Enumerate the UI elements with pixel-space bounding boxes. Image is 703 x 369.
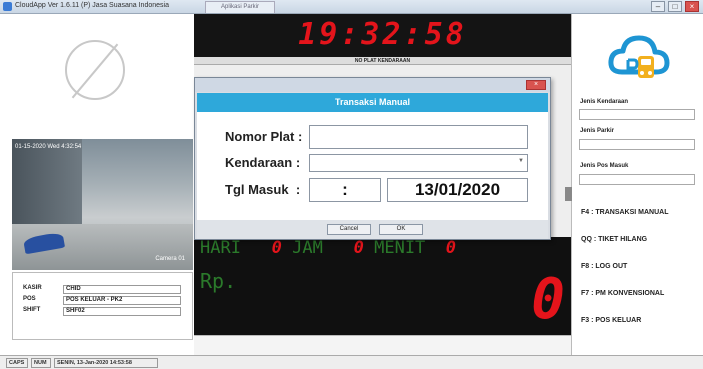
left-panel: 01-15-2020 Wed 4:32:54 Camera 01 KASIR C… <box>0 14 195 355</box>
info-value: CHID <box>63 285 181 294</box>
info-row-pos: POS POS KELUAR - PK2 <box>23 296 183 306</box>
title-bar: CloudApp Ver 1.6.11 (P) Jasa Suasana Ind… <box>0 0 703 14</box>
cancel-button[interactable]: Cancel <box>327 224 371 235</box>
minimize-button[interactable]: – <box>651 1 665 12</box>
operator-info-box: KASIR CHID POS POS KELUAR - PK2 SHIFT SH… <box>12 272 193 340</box>
scrollbar-thumb[interactable] <box>565 187 572 201</box>
tgl-masuk-label-text: Tgl Masuk <box>225 182 289 197</box>
transaksi-manual-dialog: × Transaksi Manual Nomor Plat : Kendaraa… <box>194 77 551 240</box>
dialog-close-button[interactable]: × <box>526 80 546 90</box>
kendaraan-label: Kendaraan : <box>225 155 300 170</box>
colon: : <box>297 129 303 144</box>
dialog-title: Transaksi Manual <box>197 93 548 112</box>
kendaraan-select[interactable]: ▼ <box>309 154 528 172</box>
digital-clock: 19:32:58 <box>194 14 571 57</box>
info-value: POS KELUAR - PK2 <box>63 296 181 305</box>
caps-indicator: CAPS <box>6 358 28 368</box>
jenis-parkir-field <box>579 139 695 150</box>
parking-app-window: CloudApp Ver 1.6.11 (P) Jasa Suasana Ind… <box>0 0 703 369</box>
info-value: SHF02 <box>63 307 181 316</box>
num-indicator: NUM <box>31 358 51 368</box>
window-title: CloudApp Ver 1.6.11 (P) Jasa Suasana Ind… <box>15 2 169 9</box>
info-row-shift: SHIFT SHF02 <box>23 307 183 317</box>
close-button[interactable]: × <box>685 1 699 12</box>
jenis-pos-field <box>579 174 695 185</box>
duration-row: HARI 0 JAM 0 MENIT 0 <box>200 238 570 258</box>
hari-label: HARI <box>200 238 241 258</box>
nomor-plat-label-text: Nomor Plat <box>225 129 295 144</box>
total-fee: 0 <box>531 267 565 332</box>
shortcut-pos-keluar[interactable]: F3 : POS KELUAR <box>581 317 641 324</box>
status-bar: CAPS NUM SENIN, 13-Jan-2020 14:53:58 <box>0 355 703 369</box>
info-row-kasir: KASIR CHID <box>23 285 183 295</box>
camera-timestamp: 01-15-2020 Wed 4:32:54 <box>15 144 82 150</box>
chevron-down-icon: ▼ <box>518 158 524 164</box>
maximize-button[interactable]: □ <box>668 1 682 12</box>
app-icon <box>3 2 12 11</box>
info-key: POS <box>23 296 36 302</box>
menit-value: 0 <box>445 238 457 258</box>
right-panel: Jenis Kendaraan Jenis Parkir Jenis Pos M… <box>565 14 703 355</box>
jenis-kendaraan-field <box>579 109 695 120</box>
fee-display: HARI 0 JAM 0 MENIT 0 Rp. 0 <box>194 237 571 335</box>
nomor-plat-label: Nomor Plat : <box>225 129 302 144</box>
info-key: KASIR <box>23 285 42 291</box>
camera-feed: 01-15-2020 Wed 4:32:54 Camera 01 <box>12 139 193 270</box>
nomor-plat-input[interactable] <box>309 125 528 149</box>
dialog-titlebar <box>195 78 550 92</box>
dialog-body: Nomor Plat : Kendaraan : ▼ Tgl Masuk : :… <box>197 112 548 220</box>
hari-value: 0 <box>271 238 282 258</box>
colon: : <box>295 182 301 197</box>
cloud-parking-logo-icon <box>608 35 670 78</box>
jam-value: 0 <box>353 238 364 258</box>
bottom-strip <box>194 335 571 355</box>
jenis-pos-label: Jenis Pos Masuk <box>580 163 629 169</box>
dialog-footer: Cancel OK <box>197 220 548 239</box>
ok-button[interactable]: OK <box>379 224 423 235</box>
taskbar-tab[interactable]: Aplikasi Parkir <box>205 1 275 13</box>
info-key: SHIFT <box>23 307 41 313</box>
jam-masuk-input[interactable]: : <box>309 178 381 202</box>
status-datetime: SENIN, 13-Jan-2020 14:53:58 <box>54 358 158 368</box>
jenis-kendaraan-label: Jenis Kendaraan <box>580 99 629 105</box>
jam-label: JAM <box>292 238 323 258</box>
shortcut-log-out[interactable]: F8 : LOG OUT <box>581 263 627 270</box>
menit-label: MENIT <box>374 238 426 258</box>
shortcut-tiket-hilang[interactable]: QQ : TIKET HILANG <box>581 236 647 243</box>
clock-digits: 19:32:58 <box>298 17 467 52</box>
plate-header: NO PLAT KENDARAAN <box>194 57 571 65</box>
jenis-parkir-label: Jenis Parkir <box>580 128 615 134</box>
rp-label: Rp. <box>200 269 237 293</box>
tgl-masuk-input[interactable]: 13/01/2020 <box>387 178 528 202</box>
camera-label: Camera 01 <box>155 256 185 262</box>
no-entry-logo-icon <box>65 40 125 100</box>
colon: : <box>295 155 301 170</box>
kendaraan-label-text: Kendaraan <box>225 155 293 170</box>
window-controls: – □ × <box>651 1 699 12</box>
tgl-masuk-label: Tgl Masuk : <box>225 182 300 197</box>
shortcut-transaksi-manual[interactable]: F4 : TRANSAKSI MANUAL <box>581 209 669 216</box>
shortcut-pm-konvensional[interactable]: F7 : PM KONVENSIONAL <box>581 290 664 297</box>
